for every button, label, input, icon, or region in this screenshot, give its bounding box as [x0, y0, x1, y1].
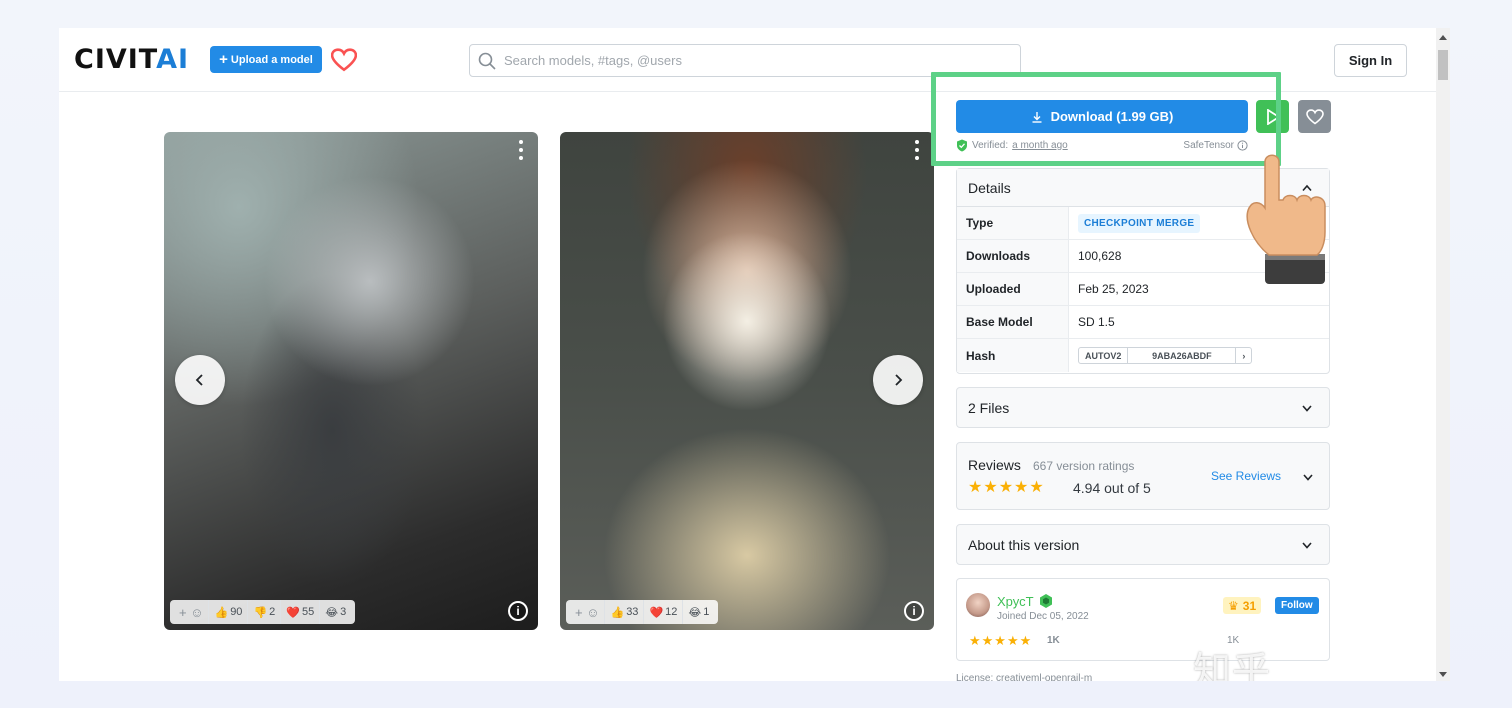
info-icon[interactable]: i — [508, 601, 528, 621]
chevron-right-icon[interactable]: › — [1236, 348, 1251, 363]
rating-text: 4.94 out of 5 — [1073, 480, 1151, 496]
row-key: Hash — [957, 339, 1069, 372]
creator-name-row[interactable]: ХрусТ — [997, 593, 1054, 609]
details-row-hash: Hash AUTOV2 9ABA26ABDF › — [957, 339, 1329, 372]
hash-type: AUTOV2 — [1079, 348, 1129, 363]
upload-model-button[interactable]: + Upload a model — [210, 46, 322, 73]
card-menu-icon[interactable] — [912, 140, 922, 160]
scroll-up-arrow-icon[interactable] — [1439, 35, 1447, 40]
row-value: SD 1.5 — [1078, 315, 1115, 329]
license-line: License: creativeml-openrail-m — [956, 673, 1093, 681]
chevron-down-icon — [1302, 541, 1312, 549]
sign-in-button[interactable]: Sign In — [1334, 44, 1407, 77]
hash-value: 9ABA26ABDF — [1128, 348, 1237, 363]
creator-name[interactable]: ХрусТ — [997, 594, 1034, 609]
row-key: Downloads — [957, 240, 1069, 272]
reaction-laugh[interactable]: 😂 1 — [683, 600, 714, 624]
files-header[interactable]: 2 Files — [957, 388, 1329, 427]
reaction-laugh[interactable]: 😂 3 — [320, 600, 351, 624]
search-icon — [478, 52, 496, 70]
chevron-down-icon[interactable] — [1302, 473, 1314, 481]
reaction-thumbs-down[interactable]: 👎 2 — [248, 600, 282, 624]
reaction-thumbs-up[interactable]: 👍 90 — [209, 600, 249, 624]
scroll-down-arrow-icon[interactable] — [1439, 672, 1447, 677]
creator-badge-icon — [1039, 594, 1052, 608]
files-title: 2 Files — [968, 399, 1010, 416]
rating-stars: ★★★★★ — [968, 479, 1045, 496]
card-menu-icon[interactable] — [516, 140, 526, 160]
row-key: Uploaded — [957, 273, 1069, 305]
chevron-right-icon — [895, 374, 903, 386]
info-icon[interactable]: i — [904, 601, 924, 621]
favorite-button[interactable] — [1298, 100, 1331, 133]
avatar[interactable] — [966, 593, 990, 617]
reaction-bar: + ☺ 👍 90 👎 2 ❤️ 55 😂 3 — [170, 600, 356, 624]
page-scrollbar[interactable] — [1436, 28, 1450, 681]
row-value: AUTOV2 9ABA26ABDF › — [1069, 339, 1329, 372]
highlight-annotation — [931, 72, 1281, 166]
creator-rating-count: 1K — [1047, 635, 1060, 646]
reviews-title: Reviews — [968, 457, 1021, 473]
carousel-prev-button[interactable] — [175, 355, 225, 405]
reaction-thumbs-up[interactable]: 👍 33 — [605, 600, 645, 624]
add-reaction-icon[interactable]: + ☺ — [174, 600, 210, 624]
chevron-down-icon — [1302, 404, 1312, 412]
details-row-base-model: Base Model SD 1.5 — [957, 306, 1329, 339]
reaction-bar: + ☺ 👍 33 ❤️ 12 😂 1 — [566, 600, 719, 624]
search-input[interactable] — [504, 53, 1004, 68]
heart-icon — [1305, 108, 1324, 125]
crown-count: 31 — [1242, 598, 1257, 613]
row-key: Type — [957, 207, 1069, 239]
see-reviews-link[interactable]: See Reviews — [1211, 469, 1281, 483]
crown-icon: ♛ — [1228, 598, 1239, 613]
heart-icon[interactable] — [331, 48, 357, 72]
creator-joined: Joined Dec 05, 2022 — [997, 611, 1089, 622]
follow-button[interactable]: Follow — [1275, 597, 1319, 614]
about-version-panel[interactable]: About this version — [956, 524, 1330, 565]
upload-model-label: Upload a model — [230, 53, 313, 66]
reviews-panel[interactable]: Reviews 667 version ratings ★★★★★ 4.94 o… — [956, 442, 1330, 510]
creator-stars: ★★★★★ — [969, 633, 1033, 648]
about-title: About this version — [968, 536, 1080, 553]
scroll-thumb[interactable] — [1438, 50, 1448, 80]
pointing-hand-icon — [1246, 154, 1326, 284]
details-title: Details — [968, 179, 1011, 196]
creator-rank-badge: ♛ 31 — [1223, 597, 1262, 614]
reviews-count: 667 version ratings — [1033, 459, 1135, 473]
reaction-heart[interactable]: ❤️ 12 — [644, 600, 684, 624]
reaction-heart[interactable]: ❤️ 55 — [281, 600, 321, 624]
chevron-left-icon — [195, 374, 203, 386]
type-badge: CHECKPOINT MERGE — [1078, 213, 1201, 233]
plus-icon: + — [219, 51, 228, 68]
add-reaction-icon[interactable]: + ☺ — [570, 600, 606, 624]
page: CIVITAI + Upload a model Sign In + ☺ 👍90… — [59, 28, 1436, 681]
hash-copy-widget[interactable]: AUTOV2 9ABA26ABDF › — [1078, 347, 1253, 364]
about-header[interactable]: About this version — [957, 525, 1329, 564]
row-key: Base Model — [957, 306, 1069, 338]
files-panel[interactable]: 2 Files — [956, 387, 1330, 428]
carousel-next-button[interactable] — [873, 355, 923, 405]
civitai-logo[interactable]: CIVITAI — [74, 46, 189, 74]
watermark: 知乎 @Wincy.Fu — [1193, 649, 1272, 681]
